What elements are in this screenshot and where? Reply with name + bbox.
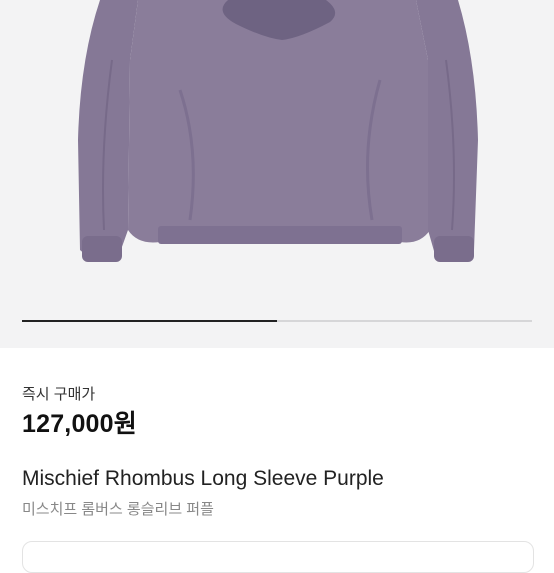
product-image-carousel[interactable]	[0, 0, 554, 348]
product-name-korean: 미스치프 롬버스 롱슬리브 퍼플	[22, 501, 214, 518]
carousel-progress-fill	[22, 320, 277, 322]
bottom-card[interactable]	[22, 541, 534, 573]
shirt-image	[78, 0, 478, 262]
price: 127,000원	[22, 410, 137, 438]
carousel-progress-bar	[22, 320, 532, 322]
instant-buy-price-label: 즉시 구매가	[22, 386, 96, 403]
product-name-english: Mischief Rhombus Long Sleeve Purple	[22, 467, 384, 490]
